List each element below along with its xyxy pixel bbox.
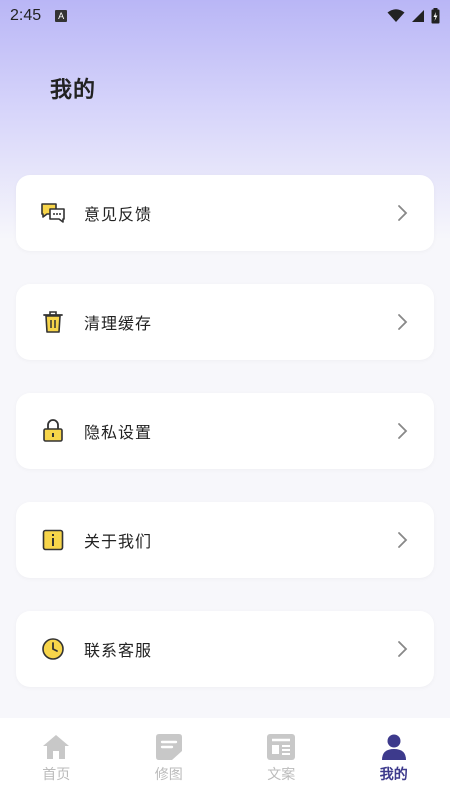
lock-icon: [40, 418, 66, 444]
tab-label: 修图: [154, 766, 183, 782]
settings-menu: 意见反馈 清理缓存 隐私设置 关于我们 联系客服: [16, 175, 434, 720]
chevron-right-icon: [396, 312, 410, 332]
tab-label: 首页: [42, 766, 71, 782]
menu-item-about[interactable]: 关于我们: [16, 502, 434, 578]
tab-mine[interactable]: 我的: [338, 732, 450, 784]
home-icon: [40, 732, 72, 762]
wifi-icon: [387, 9, 405, 22]
bottom-tab-bar: 首页 修图 文案 我的: [0, 718, 450, 800]
feedback-chat-icon: [40, 200, 66, 226]
chevron-right-icon: [396, 530, 410, 550]
user-icon: [378, 732, 410, 762]
battery-icon: [431, 8, 440, 24]
tab-label: 我的: [379, 766, 408, 782]
status-bar: 2:45 A: [0, 0, 450, 32]
signal-icon: [412, 10, 424, 22]
info-icon: [40, 527, 66, 553]
tab-label: 文案: [267, 766, 296, 782]
menu-item-contact-support[interactable]: 联系客服: [16, 611, 434, 687]
menu-item-privacy[interactable]: 隐私设置: [16, 393, 434, 469]
chevron-right-icon: [396, 421, 410, 441]
trash-icon: [40, 309, 66, 335]
article-icon: [265, 732, 297, 762]
tab-copywriting[interactable]: 文案: [225, 732, 338, 784]
menu-label: 意见反馈: [84, 207, 153, 224]
chevron-right-icon: [396, 203, 410, 223]
menu-label: 清理缓存: [84, 316, 153, 333]
chevron-right-icon: [396, 639, 410, 659]
menu-label: 隐私设置: [84, 425, 153, 442]
status-icons: [387, 8, 440, 24]
page-title: 我的: [50, 77, 97, 102]
menu-item-clear-cache[interactable]: 清理缓存: [16, 284, 434, 360]
menu-label: 联系客服: [84, 643, 153, 660]
clock-icon: [40, 636, 66, 662]
status-time: 2:45: [10, 7, 42, 24]
tab-home[interactable]: 首页: [0, 732, 113, 784]
notification-icon: A: [55, 10, 68, 22]
tab-edit[interactable]: 修图: [113, 732, 226, 784]
menu-item-feedback[interactable]: 意见反馈: [16, 175, 434, 251]
menu-label: 关于我们: [84, 534, 153, 551]
edit-doc-icon: [153, 732, 185, 762]
